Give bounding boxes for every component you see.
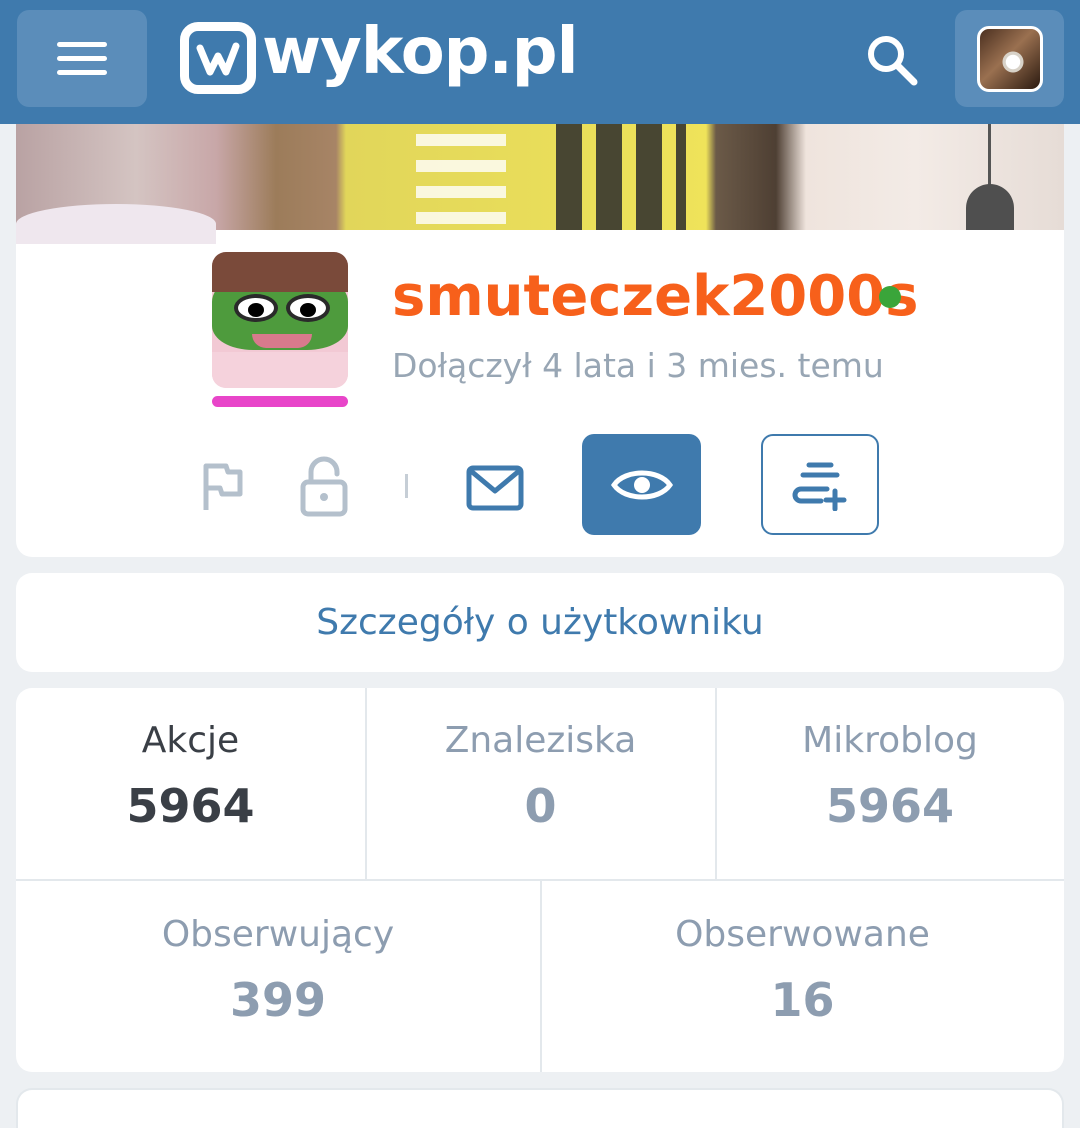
online-status-dot — [879, 286, 901, 308]
stat-znaleziska[interactable]: Znaleziska 0 — [366, 716, 715, 866]
add-note-button[interactable] — [761, 434, 879, 535]
avatar-color-bar — [212, 396, 348, 407]
menu-icon-line — [57, 70, 107, 75]
account-avatar — [976, 25, 1043, 92]
mail-icon[interactable] — [464, 462, 526, 514]
profile-username: smuteczek2000s — [392, 264, 919, 329]
lock-icon[interactable] — [294, 454, 354, 520]
profile-cover-image — [16, 124, 1064, 244]
menu-icon-line — [57, 42, 107, 47]
stat-label: Mikroblog — [802, 720, 978, 761]
logo-text: wykop.pl — [262, 15, 579, 89]
joined-date: Dołączył 4 lata i 3 mies. temu — [392, 346, 884, 385]
stats-card: Akcje 5964 Znaleziska 0 Mikroblog 5964 O… — [16, 688, 1064, 1072]
stats-divider — [365, 688, 367, 879]
add-note-icon — [792, 462, 847, 511]
stat-value: 399 — [229, 973, 327, 1027]
stat-value: 5964 — [126, 779, 255, 833]
stat-label: Obserwowane — [675, 914, 930, 955]
observe-button[interactable] — [582, 434, 701, 535]
stat-label: Obserwujący — [161, 914, 395, 955]
user-details-link[interactable]: Szczegóły o użytkowniku — [16, 573, 1064, 672]
user-details-label: Szczegóły o użytkowniku — [316, 602, 764, 643]
search-icon[interactable] — [862, 30, 922, 90]
flag-icon[interactable] — [194, 457, 250, 517]
user-avatar[interactable] — [212, 252, 348, 388]
stat-value: 0 — [524, 779, 557, 833]
stat-obserwowane[interactable]: Obserwowane 16 — [541, 910, 1064, 1060]
stat-akcje[interactable]: Akcje 5964 — [16, 716, 365, 866]
stats-divider — [715, 688, 717, 879]
stat-label: Akcje — [141, 720, 240, 761]
menu-button[interactable] — [17, 10, 147, 107]
stat-value: 5964 — [825, 779, 955, 833]
wykop-logo-icon — [180, 22, 256, 94]
profile-card: smuteczek2000s Dołączył 4 lata i 3 mies.… — [16, 124, 1064, 557]
top-bar: wykop.pl — [0, 0, 1080, 124]
account-avatar-button[interactable] — [955, 10, 1064, 107]
wykop-logo[interactable]: wykop.pl — [180, 16, 579, 94]
action-divider — [405, 474, 408, 498]
stat-mikroblog[interactable]: Mikroblog 5964 — [716, 716, 1064, 866]
next-section-card — [16, 1088, 1064, 1128]
stat-value: 16 — [770, 973, 835, 1027]
menu-icon-line — [57, 56, 107, 61]
stat-label: Znaleziska — [444, 720, 637, 761]
stat-obserwujacy[interactable]: Obserwujący 399 — [16, 910, 540, 1060]
eye-icon — [610, 470, 673, 499]
